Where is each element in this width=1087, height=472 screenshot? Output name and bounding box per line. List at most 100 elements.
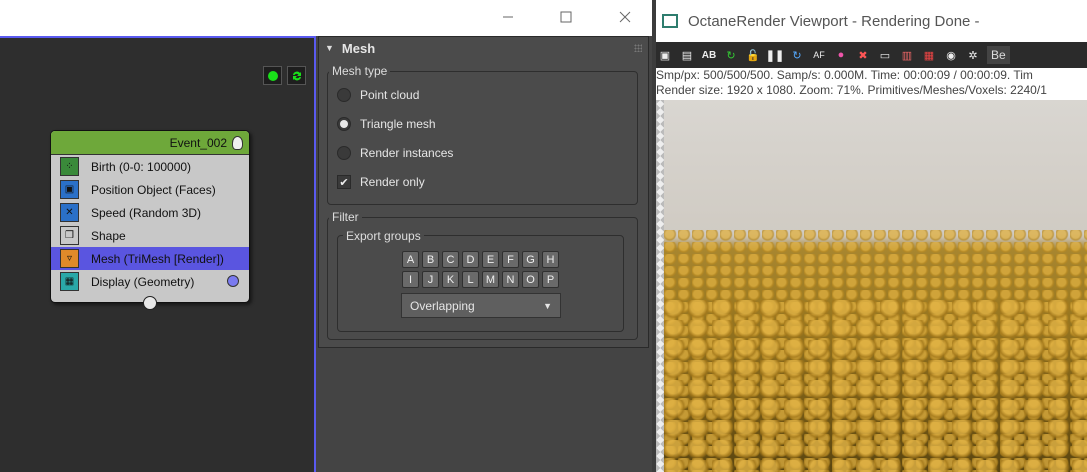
minimize-icon [503, 16, 513, 18]
parameters-panel: ▼ Mesh Mesh type Point cloud Triangle me… [316, 36, 652, 472]
operator-label: Speed (Random 3D) [91, 205, 202, 220]
lightbulb-icon[interactable] [232, 135, 243, 150]
clay-mode-icon[interactable]: ✖ [855, 47, 871, 63]
region-render-icon[interactable]: ▥ [899, 47, 915, 63]
event-title: Event_002 [169, 135, 227, 150]
group-button-j[interactable]: J [422, 271, 439, 288]
color-picker-icon[interactable]: ● [833, 47, 849, 63]
radio-render-instances[interactable]: Render instances [337, 146, 453, 160]
particle-view-titlebar [0, 0, 652, 36]
group-button-h[interactable]: H [542, 251, 559, 268]
particle-graph[interactable]: Event_002 ⁘ Birth (0-0: 100000) ▣ Positi… [0, 36, 316, 472]
camera-icon[interactable]: ◉ [943, 47, 959, 63]
dropdown-value: Overlapping [410, 298, 475, 313]
stats-line-1: Smp/px: 500/500/500. Samp/s: 0.000M. Tim… [656, 68, 1033, 82]
operator-label: Shape [91, 228, 126, 243]
group-button-m[interactable]: M [482, 271, 499, 288]
group-button-c[interactable]: C [442, 251, 459, 268]
close-button[interactable] [597, 0, 653, 34]
maximize-icon [560, 11, 572, 23]
octane-viewport-window: OctaneRender Viewport - Rendering Done -… [652, 0, 1087, 472]
film-region-icon[interactable]: ▦ [921, 47, 937, 63]
operator-label: Display (Geometry) [91, 274, 195, 289]
mesh-icon: ▿ [60, 249, 79, 268]
radio-icon[interactable] [337, 117, 351, 131]
operator-label: Birth (0-0: 100000) [91, 159, 192, 174]
group-button-a[interactable]: A [402, 251, 419, 268]
refresh-icon[interactable] [287, 66, 306, 85]
radio-icon[interactable] [337, 88, 351, 102]
group-button-f[interactable]: F [502, 251, 519, 268]
focus-picker-icon[interactable]: AF [811, 47, 827, 63]
toolbar-overflow[interactable]: Be [987, 46, 1010, 64]
clipboard-icon[interactable]: ▤ [679, 47, 695, 63]
mesh-type-label: Mesh type [329, 64, 391, 78]
export-groups-row-1: A B C D E F G H [402, 251, 559, 268]
speed-icon: ✕ [60, 203, 79, 222]
operator-label: Mesh (TriMesh [Render]) [91, 251, 224, 266]
collapse-triangle-icon[interactable]: ▼ [325, 43, 334, 53]
group-button-l[interactable]: L [462, 271, 479, 288]
settings-gear-icon[interactable]: ✲ [965, 47, 981, 63]
lock-icon[interactable]: 🔓 [745, 47, 761, 63]
event-header[interactable]: Event_002 [51, 131, 249, 155]
position-object-icon: ▣ [60, 180, 79, 199]
group-button-d[interactable]: D [462, 251, 479, 268]
stats-line-2: Render size: 1920 x 1080. Zoom: 71%. Pri… [656, 83, 1047, 97]
operator-display[interactable]: ▦ Display (Geometry) [51, 270, 249, 293]
group-button-i[interactable]: I [402, 271, 419, 288]
radio-icon[interactable] [337, 146, 351, 160]
app-icon [662, 14, 678, 28]
operator-speed[interactable]: ✕ Speed (Random 3D) [51, 201, 249, 224]
operator-shape[interactable]: ❒ Shape [51, 224, 249, 247]
pause-icon[interactable]: ❚❚ [766, 47, 784, 63]
render-image[interactable] [664, 100, 1087, 472]
viewport-titlebar: OctaneRender Viewport - Rendering Done - [656, 0, 1087, 42]
viewport-toolbar: ▣ ▤ AB ↻ 🔓 ❚❚ ↻ AF ● ✖ ▭ ▥ ▦ ◉ ✲ Be [656, 42, 1087, 68]
minimize-button[interactable] [480, 0, 536, 34]
render-only-checkbox[interactable]: ✔ Render only [337, 175, 425, 189]
close-icon [619, 11, 631, 23]
ab-compare-icon[interactable]: AB [701, 47, 717, 63]
send-scene-icon[interactable]: ▣ [657, 47, 673, 63]
grip-icon[interactable] [634, 44, 642, 52]
group-button-k[interactable]: K [442, 271, 459, 288]
operator-position-object[interactable]: ▣ Position Object (Faces) [51, 178, 249, 201]
output-socket[interactable] [143, 296, 157, 310]
group-button-b[interactable]: B [422, 251, 439, 268]
maximize-button[interactable] [538, 0, 594, 34]
transparency-checker [656, 100, 664, 472]
radio-label: Point cloud [360, 88, 420, 102]
overlap-mode-dropdown[interactable]: Overlapping ▼ [401, 293, 561, 318]
group-button-n[interactable]: N [502, 271, 519, 288]
checkbox-label: Render only [360, 175, 425, 189]
rollout-title: Mesh [341, 40, 376, 56]
desktop: Event_002 ⁘ Birth (0-0: 100000) ▣ Positi… [0, 0, 1087, 472]
radio-point-cloud[interactable]: Point cloud [337, 88, 419, 102]
filter-label: Filter [329, 210, 362, 224]
restart-render-icon[interactable]: ↻ [723, 47, 739, 63]
radio-label: Render instances [360, 146, 454, 160]
shape-icon: ❒ [60, 226, 79, 245]
group-button-p[interactable]: P [542, 271, 559, 288]
viewport-title: OctaneRender Viewport - Rendering Done - [688, 12, 980, 30]
rollout-header[interactable]: ▼ Mesh [319, 37, 648, 59]
checkmark-icon[interactable]: ✔ [337, 175, 351, 189]
monitor-icon[interactable]: ▭ [877, 47, 893, 63]
group-button-g[interactable]: G [522, 251, 539, 268]
radio-triangle-mesh[interactable]: Triangle mesh [337, 117, 436, 131]
event-node[interactable]: Event_002 ⁘ Birth (0-0: 100000) ▣ Positi… [50, 130, 250, 310]
graph-toolbar [263, 66, 306, 85]
render-stats: Smp/px: 500/500/500. Samp/s: 0.000M. Tim… [656, 68, 1087, 100]
refresh-icon[interactable]: ↻ [789, 47, 805, 63]
active-toggle-icon[interactable] [263, 66, 282, 85]
dropdown-arrow-icon: ▼ [543, 301, 552, 311]
group-button-e[interactable]: E [482, 251, 499, 268]
group-button-o[interactable]: O [522, 271, 539, 288]
operator-mesh[interactable]: ▿ Mesh (TriMesh [Render]) [51, 247, 249, 270]
display-color-swatch[interactable] [227, 275, 239, 287]
radio-label: Triangle mesh [360, 117, 436, 131]
operator-birth[interactable]: ⁘ Birth (0-0: 100000) [51, 155, 249, 178]
export-groups-label: Export groups [343, 229, 424, 243]
operator-label: Position Object (Faces) [91, 182, 216, 197]
